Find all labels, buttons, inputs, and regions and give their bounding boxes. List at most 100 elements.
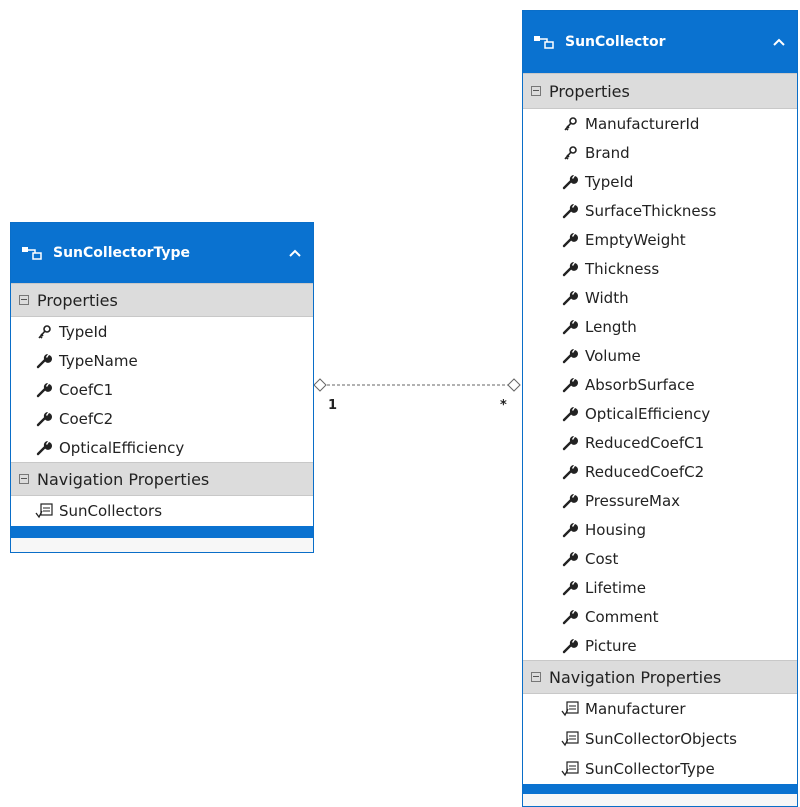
property-row[interactable]: Comment [523, 602, 797, 631]
property-row[interactable]: Length [523, 312, 797, 341]
property-name: Lifetime [585, 578, 646, 597]
property-name: OpticalEfficiency [59, 438, 185, 457]
property-row[interactable]: CoefC1 [11, 375, 313, 404]
property-name: EmptyWeight [585, 230, 686, 249]
property-row[interactable]: Manufacturer [523, 694, 797, 724]
navigation-section-header[interactable]: Navigation Properties [11, 462, 313, 496]
wrench-icon [561, 464, 579, 480]
property-row[interactable]: SunCollectorObjects [523, 724, 797, 754]
right-multiplicity: * [500, 398, 507, 413]
navigation-icon [561, 761, 579, 777]
properties-section-header[interactable]: Properties [11, 283, 313, 317]
wrench-icon [561, 261, 579, 277]
navigation-icon [35, 503, 53, 519]
property-name: Brand [585, 143, 630, 162]
entity-title: SunCollectorType [53, 245, 191, 261]
property-name: ManufacturerId [585, 114, 700, 133]
navigation-section-label: Navigation Properties [549, 667, 722, 687]
property-row[interactable]: SunCollectorType [523, 754, 797, 784]
property-row[interactable]: SurfaceThickness [523, 196, 797, 225]
wrench-icon [561, 435, 579, 451]
wrench-icon [561, 551, 579, 567]
property-name: AbsorbSurface [585, 375, 695, 394]
key-icon [561, 145, 579, 161]
wrench-icon [561, 290, 579, 306]
property-row[interactable]: OpticalEfficiency [523, 399, 797, 428]
collapse-section-icon[interactable] [531, 86, 541, 96]
property-name: ReducedCoefC2 [585, 462, 705, 481]
property-row[interactable]: Lifetime [523, 573, 797, 602]
entity-footer [523, 784, 797, 794]
chevron-up-icon[interactable] [771, 34, 787, 50]
collapse-section-icon[interactable] [19, 474, 29, 484]
wrench-icon [561, 493, 579, 509]
navigation-icon [561, 701, 579, 717]
property-row[interactable]: CoefC2 [11, 404, 313, 433]
property-row[interactable]: TypeId [11, 317, 313, 346]
property-name: SunCollectorType [585, 760, 715, 778]
property-row[interactable]: SunCollectors [11, 496, 313, 526]
collapse-section-icon[interactable] [19, 295, 29, 305]
property-row[interactable]: Cost [523, 544, 797, 573]
entity-icon [533, 34, 555, 50]
property-row[interactable]: Thickness [523, 254, 797, 283]
property-row[interactable]: OpticalEfficiency [11, 433, 313, 462]
property-name: SunCollectors [59, 502, 163, 520]
navigation-list: Manufacturer SunCollectorObjects SunCollec… [523, 694, 797, 784]
property-name: PressureMax [585, 491, 681, 510]
navigation-section-header[interactable]: Navigation Properties [523, 660, 797, 694]
property-row[interactable]: Width [523, 283, 797, 312]
properties-list: TypeId TypeName CoefC1 CoefC2 OpticalEfficie… [11, 317, 313, 462]
property-row[interactable]: TypeId [523, 167, 797, 196]
wrench-icon [35, 353, 53, 369]
wrench-icon [561, 174, 579, 190]
property-name: ReducedCoefC1 [585, 433, 705, 452]
property-name: Thickness [585, 259, 660, 278]
collapse-section-icon[interactable] [531, 672, 541, 682]
property-row[interactable]: ReducedCoefC2 [523, 457, 797, 486]
property-row[interactable]: ManufacturerId [523, 109, 797, 138]
properties-list: ManufacturerId Brand TypeId SurfaceThicknes… [523, 109, 797, 660]
property-name: SurfaceThickness [585, 201, 717, 220]
wrench-icon [561, 377, 579, 393]
property-row[interactable]: Brand [523, 138, 797, 167]
property-name: Manufacturer [585, 700, 686, 718]
left-diamond-icon [313, 378, 327, 392]
entity-header[interactable]: SunCollector [523, 11, 797, 73]
property-name: Volume [585, 346, 641, 365]
entity-suncollectortype[interactable]: SunCollectorType Properties TypeId TypeNa… [10, 222, 314, 553]
wrench-icon [35, 411, 53, 427]
property-row[interactable]: TypeName [11, 346, 313, 375]
property-row[interactable]: Volume [523, 341, 797, 370]
chevron-up-icon[interactable] [287, 245, 303, 261]
wrench-icon [35, 440, 53, 456]
property-row[interactable]: Housing [523, 515, 797, 544]
navigation-section-label: Navigation Properties [37, 469, 210, 489]
properties-section-header[interactable]: Properties [523, 73, 797, 109]
wrench-icon [561, 348, 579, 364]
property-row[interactable]: ReducedCoefC1 [523, 428, 797, 457]
property-name: TypeId [585, 172, 634, 191]
property-name: TypeName [59, 351, 138, 370]
property-row[interactable]: AbsorbSurface [523, 370, 797, 399]
wrench-icon [561, 580, 579, 596]
property-name: Picture [585, 636, 637, 655]
wrench-icon [561, 522, 579, 538]
wrench-icon [561, 232, 579, 248]
property-name: Comment [585, 607, 659, 626]
property-row[interactable]: PressureMax [523, 486, 797, 515]
property-name: Cost [585, 549, 619, 568]
wrench-icon [561, 203, 579, 219]
entity-footer [11, 526, 313, 538]
wrench-icon [561, 609, 579, 625]
property-row[interactable]: Picture [523, 631, 797, 660]
wrench-icon [561, 406, 579, 422]
key-icon [561, 116, 579, 132]
property-name: Housing [585, 520, 646, 539]
entity-icon [21, 245, 43, 261]
property-name: OpticalEfficiency [585, 404, 711, 423]
property-row[interactable]: EmptyWeight [523, 225, 797, 254]
entity-suncollector[interactable]: SunCollector Properties ManufacturerId Br… [522, 10, 798, 807]
entity-header[interactable]: SunCollectorType [11, 223, 313, 283]
wrench-icon [561, 319, 579, 335]
